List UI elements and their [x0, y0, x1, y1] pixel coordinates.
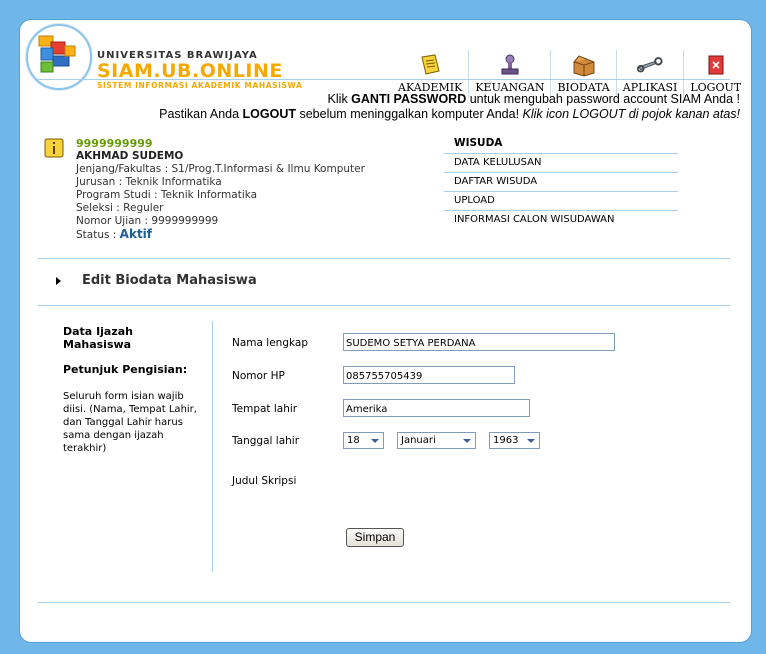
wisuda-menu: WISUDA DATA KELULUSAN DAFTAR WISUDA UPLO… [444, 137, 678, 229]
stamp-icon [497, 53, 523, 77]
wisuda-item-upload[interactable]: UPLOAD [444, 192, 678, 211]
student-status: Status : Aktif [76, 227, 153, 242]
guide-title: Petunjuk Pengisian: [63, 363, 188, 376]
section-title: Edit Biodata Mahasiswa [82, 273, 257, 288]
wisuda-item-daftar-wisuda[interactable]: DAFTAR WISUDA [444, 173, 678, 192]
student-seleksi: Seleksi : Reguler [76, 202, 164, 214]
chevron-down-icon [527, 439, 535, 443]
notice-line-2: Pastikan Anda LOGOUT sebelum meninggalka… [159, 107, 740, 121]
form-sidebar: Data Ijazah Mahasiswa Petunjuk Pengisian… [63, 325, 203, 455]
nav-keuangan[interactable]: KEUANGAN [468, 50, 550, 98]
tempat-lahir-input[interactable] [343, 399, 530, 417]
divider [38, 258, 730, 259]
student-name: AKHMAD SUDEMO [76, 150, 184, 162]
tanggal-lahir-label: Tanggal lahir [232, 435, 300, 447]
simpan-button[interactable]: Simpan [346, 528, 404, 547]
box-icon [571, 53, 597, 77]
student-jurusan: Jurusan : Teknik Informatika [76, 176, 222, 188]
nav-aplikasi[interactable]: APLIKASI [615, 50, 684, 98]
student-nim: 9999999999 [76, 137, 153, 150]
student-jenjang: Jenjang/Fakultas : S1/Prog.T.Informasi &… [76, 163, 365, 175]
notice-line-1: Klik GANTI PASSWORD untuk mengubah passw… [327, 92, 740, 106]
tempat-lahir-label: Tempat lahir [232, 403, 298, 415]
sidebar-title: Data Ijazah Mahasiswa [63, 325, 134, 351]
wisuda-item-data-kelulusan[interactable]: DATA KELULUSAN [444, 154, 678, 173]
month-select[interactable]: Januari [397, 432, 476, 449]
guide-text: Seluruh form isian wajib diisi. (Nama, T… [63, 391, 197, 454]
nav-logout[interactable]: LOGOUT [683, 50, 747, 98]
wrench-icon [637, 53, 663, 77]
wisuda-item-informasi-calon-wisudawan[interactable]: INFORMASI CALON WISUDAWAN [444, 211, 678, 229]
chevron-down-icon [463, 439, 471, 443]
hp-input[interactable] [343, 366, 515, 384]
puzzle-logo-icon [38, 35, 76, 73]
judul-skripsi-label: Judul Skripsi [232, 475, 297, 487]
top-nav: AKADEMIK KEUANGAN BIODATA APLIKASI LOGOU… [392, 50, 747, 98]
student-profile: 9999999999 AKHMAD SUDEMO Jenjang/Fakulta… [76, 137, 365, 242]
nav-akademik[interactable]: AKADEMIK [392, 50, 468, 98]
hp-label: Nomor HP [232, 370, 285, 382]
logout-icon [703, 53, 729, 77]
arrow-right-icon [56, 277, 61, 285]
app-title: SIAM.UB.ONLINE [97, 60, 283, 82]
notice: Klik GANTI PASSWORD untuk mengubah passw… [159, 92, 740, 122]
header-divider [38, 79, 730, 80]
app-subtitle: SISTEM INFORMASI AKADEMIK MAHASISWA [97, 81, 303, 90]
chevron-down-icon [371, 439, 379, 443]
nama-input[interactable] [343, 333, 615, 351]
status-badge: Aktif [119, 227, 153, 241]
siam-logo [26, 24, 92, 90]
year-select[interactable]: 1963 [489, 432, 540, 449]
nav-biodata[interactable]: BIODATA [550, 50, 615, 98]
brand: UNIVERSITAS BRAWIJAYA SIAM.UB.ONLINE SIS… [97, 50, 302, 90]
divider [38, 305, 730, 306]
day-select[interactable]: 18 [343, 432, 384, 449]
info-icon [44, 138, 64, 158]
wisuda-title: WISUDA [444, 137, 678, 154]
notepad-icon [417, 53, 443, 77]
vertical-divider [212, 321, 213, 572]
student-prodi: Program Studi : Teknik Informatika [76, 189, 258, 201]
nama-label: Nama lengkap [232, 337, 308, 349]
ganti-password-text: GANTI PASSWORD [351, 92, 467, 106]
logout-text: LOGOUT [242, 107, 296, 121]
divider [38, 602, 730, 603]
